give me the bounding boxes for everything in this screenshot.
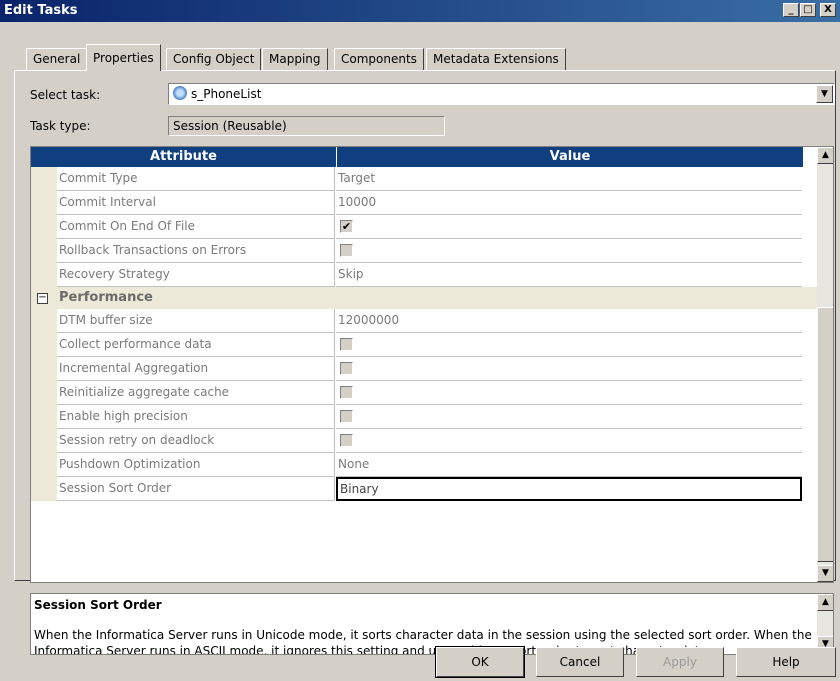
- select-task-label: Select task:: [30, 88, 101, 102]
- ok-button[interactable]: OK: [435, 646, 525, 678]
- value-cell[interactable]: [336, 357, 802, 381]
- table-row[interactable]: DTM buffer size 12000000: [31, 309, 817, 333]
- value-cell[interactable]: [336, 381, 802, 405]
- value-cell[interactable]: [336, 333, 802, 357]
- description-scrollbar[interactable]: ▲ ▼: [817, 594, 833, 654]
- value-cell[interactable]: Skip: [336, 263, 802, 287]
- table-row[interactable]: Pushdown Optimization None: [31, 453, 817, 477]
- select-task-value: s_PhoneList: [191, 87, 262, 101]
- value-cell[interactable]: 10000: [336, 191, 802, 215]
- table-row[interactable]: Enable high precision: [31, 405, 817, 429]
- select-task-dropdown[interactable]: s_PhoneList ▼: [168, 83, 835, 105]
- attribute-cell: Commit On End Of File: [57, 215, 335, 239]
- collapse-icon[interactable]: −: [37, 293, 48, 304]
- scroll-down-icon[interactable]: ▼: [817, 565, 833, 582]
- table-row[interactable]: Session Sort Order Binary: [31, 477, 817, 501]
- column-header-attribute[interactable]: Attribute: [31, 147, 336, 167]
- cancel-button[interactable]: Cancel: [536, 647, 624, 677]
- attribute-cell: DTM buffer size: [57, 309, 335, 333]
- attributes-grid: Attribute Value Commit Type Target Commi…: [30, 146, 834, 583]
- retry-deadlock-checkbox[interactable]: [340, 434, 353, 447]
- chevron-down-icon[interactable]: ▼: [816, 85, 833, 103]
- task-type-label: Task type:: [30, 119, 91, 133]
- value-cell[interactable]: 12000000: [336, 309, 802, 333]
- table-row[interactable]: Commit On End Of File ✔: [31, 215, 817, 239]
- attribute-cell: Reinitialize aggregate cache: [57, 381, 335, 405]
- help-button[interactable]: Help: [736, 647, 836, 677]
- attribute-cell: Session Sort Order: [57, 477, 335, 501]
- table-row[interactable]: Collect performance data: [31, 333, 817, 357]
- value-cell[interactable]: ✔: [336, 215, 802, 239]
- apply-button[interactable]: Apply: [636, 647, 724, 677]
- tab-mapping[interactable]: Mapping: [262, 48, 328, 70]
- scroll-up-icon[interactable]: ▲: [817, 594, 833, 611]
- attribute-cell: Enable high precision: [57, 405, 335, 429]
- commit-on-eof-checkbox[interactable]: ✔: [340, 220, 353, 233]
- value-cell[interactable]: [336, 239, 802, 263]
- grid-scrollbar[interactable]: ▲ ▼: [817, 147, 833, 582]
- value-cell[interactable]: [336, 429, 802, 453]
- minimize-button[interactable]: _: [783, 3, 799, 17]
- tab-general[interactable]: General: [26, 48, 88, 70]
- tab-components[interactable]: Components: [334, 48, 424, 70]
- attribute-cell: Recovery Strategy: [57, 263, 335, 287]
- incremental-aggregation-checkbox[interactable]: [340, 362, 353, 375]
- collect-performance-checkbox[interactable]: [340, 338, 353, 351]
- table-row[interactable]: Commit Type Target: [31, 167, 817, 191]
- tab-metadata-extensions[interactable]: Metadata Extensions: [426, 48, 566, 70]
- attribute-cell: Commit Type: [57, 167, 335, 191]
- table-row[interactable]: Reinitialize aggregate cache: [31, 381, 817, 405]
- title-bar[interactable]: [0, 0, 840, 22]
- attribute-cell: Pushdown Optimization: [57, 453, 335, 477]
- window-title: Edit Tasks: [4, 3, 78, 18]
- attribute-cell: Rollback Transactions on Errors: [57, 239, 335, 263]
- attribute-cell: Commit Interval: [57, 191, 335, 215]
- value-cell[interactable]: Binary: [336, 477, 802, 501]
- table-row[interactable]: Session retry on deadlock: [31, 429, 817, 453]
- description-panel: Session Sort Order When the Informatica …: [30, 593, 834, 655]
- table-row[interactable]: Incremental Aggregation: [31, 357, 817, 381]
- attribute-cell: Session retry on deadlock: [57, 429, 335, 453]
- attribute-cell: Incremental Aggregation: [57, 357, 335, 381]
- rollback-checkbox[interactable]: [340, 244, 353, 257]
- close-button[interactable]: X: [820, 3, 836, 17]
- value-cell[interactable]: Target: [336, 167, 802, 191]
- table-row[interactable]: Commit Interval 10000: [31, 191, 817, 215]
- description-title: Session Sort Order: [34, 598, 162, 612]
- tab-properties[interactable]: Properties: [86, 44, 161, 71]
- attribute-cell: Collect performance data: [57, 333, 335, 357]
- table-row[interactable]: Rollback Transactions on Errors: [31, 239, 817, 263]
- table-row[interactable]: Recovery Strategy Skip: [31, 263, 817, 287]
- restore-button[interactable]: □: [800, 3, 816, 17]
- column-header-value[interactable]: Value: [336, 147, 803, 167]
- scroll-up-icon[interactable]: ▲: [817, 147, 833, 164]
- performance-section[interactable]: − Performance: [31, 287, 817, 309]
- value-cell[interactable]: [336, 405, 802, 429]
- session-task-icon: [173, 86, 187, 100]
- scroll-thumb[interactable]: [817, 307, 833, 562]
- value-cell[interactable]: None: [336, 453, 802, 477]
- high-precision-checkbox[interactable]: [340, 410, 353, 423]
- section-title: Performance: [59, 290, 153, 305]
- reinitialize-cache-checkbox[interactable]: [340, 386, 353, 399]
- tab-config-object[interactable]: Config Object: [166, 48, 262, 70]
- task-type-value: Session (Reusable): [168, 116, 445, 136]
